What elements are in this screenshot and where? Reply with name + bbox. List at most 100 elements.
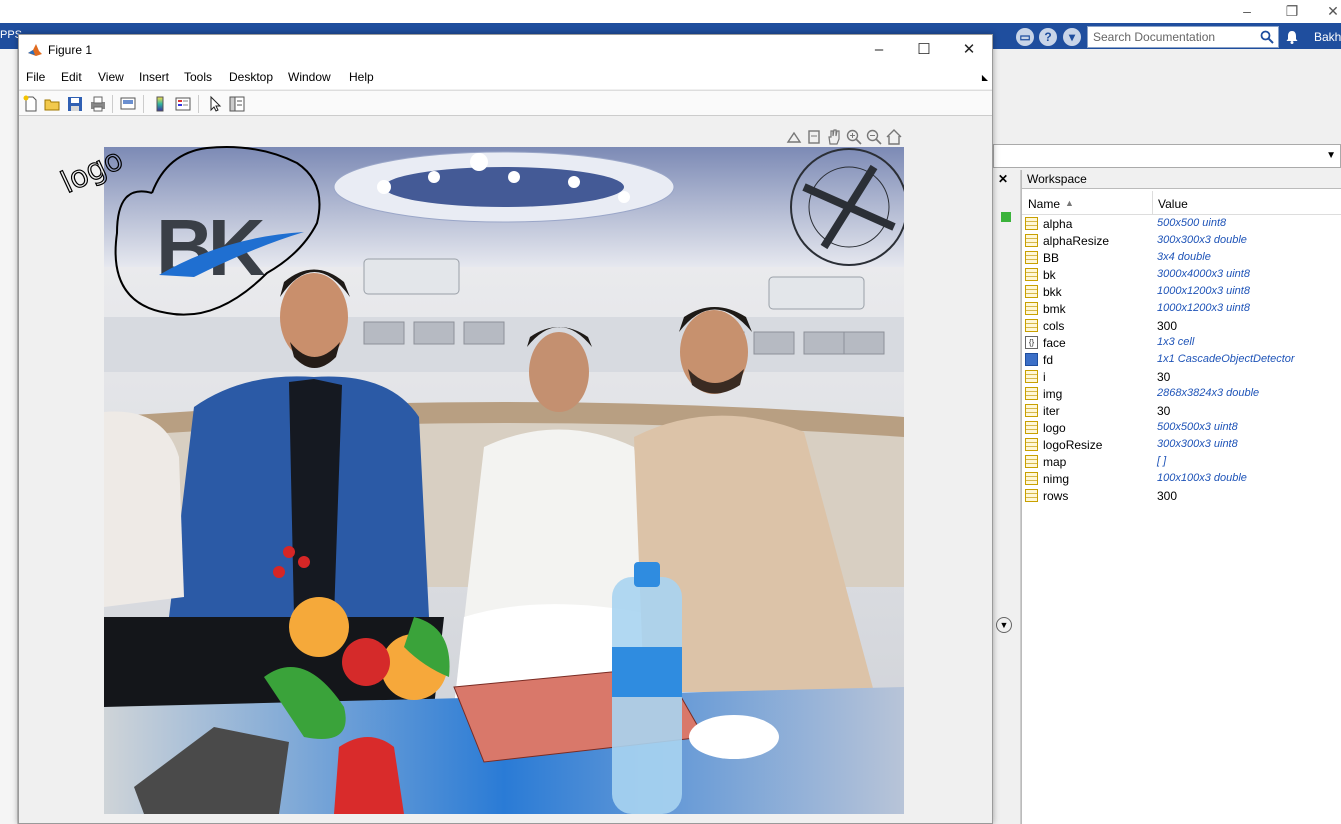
workspace-title: Workspace (1022, 170, 1341, 189)
dock-arrow-icon[interactable]: ◣ (982, 73, 988, 82)
workspace-panel: Workspace Name ▲ Value alpha 500x500 uint… (1021, 170, 1341, 824)
menu-window[interactable]: Window (288, 70, 331, 84)
menu-file[interactable]: File (26, 70, 45, 84)
minimize-icon[interactable]: – (864, 40, 894, 60)
pointer-icon[interactable] (206, 95, 224, 113)
menu-edit[interactable]: Edit (61, 70, 82, 84)
current-folder-panel-strip (0, 49, 18, 824)
bell-icon[interactable] (1284, 29, 1300, 45)
cell-icon: {} (1025, 336, 1038, 349)
menu-view[interactable]: View (98, 70, 124, 84)
workspace-row[interactable]: rows 300 (1022, 488, 1341, 505)
variable-value: 300x300x3 uint8 (1157, 438, 1238, 450)
variable-name: nimg (1043, 472, 1070, 486)
command-window-strip: ✕ ▼ (993, 170, 1021, 824)
brush-icon[interactable] (805, 128, 823, 146)
matrix-icon (1025, 285, 1038, 298)
matrix-icon (1025, 319, 1038, 332)
column-header-name[interactable]: Name (1028, 197, 1060, 211)
export-icon[interactable] (785, 128, 803, 146)
menu-tools[interactable]: Tools (184, 70, 212, 84)
home-icon[interactable] (885, 128, 903, 146)
figure-titlebar[interactable]: Figure 1 – ☐ ✕ (19, 35, 992, 65)
variable-name: alpha (1043, 217, 1073, 231)
variable-name: img (1043, 387, 1063, 401)
new-figure-icon[interactable] (22, 95, 40, 113)
toolbar-separator (112, 95, 113, 113)
column-header-value[interactable]: Value (1158, 197, 1188, 211)
chevron-down-icon[interactable]: ▼ (1326, 150, 1336, 161)
menu-help[interactable]: Help (349, 70, 374, 84)
workspace-row[interactable]: fd 1x1 CascadeObjectDetector (1022, 352, 1341, 369)
workspace-table-header: Name ▲ Value (1022, 191, 1341, 215)
layout-icon[interactable]: ▭ (1016, 28, 1034, 46)
minimize-icon[interactable]: – (1232, 2, 1262, 20)
workspace-row[interactable]: map [ ] (1022, 454, 1341, 471)
variable-name: map (1043, 455, 1067, 469)
close-icon[interactable]: ✕ (954, 40, 984, 60)
zoom-in-icon[interactable] (845, 128, 863, 146)
workspace-row[interactable]: iter 30 (1022, 403, 1341, 420)
workspace-row[interactable]: i 30 (1022, 369, 1341, 386)
maximize-icon[interactable]: ☐ (909, 40, 939, 60)
property-inspector-icon[interactable] (228, 95, 246, 113)
print-icon[interactable] (89, 95, 107, 113)
save-icon[interactable] (66, 95, 84, 113)
sort-ascending-icon: ▲ (1065, 198, 1074, 208)
menu-desktop[interactable]: Desktop (229, 70, 273, 84)
close-icon[interactable]: ✕ (998, 172, 1008, 186)
status-indicator (1001, 212, 1011, 222)
open-file-icon[interactable] (43, 95, 61, 113)
variable-name: BB (1043, 251, 1060, 265)
variable-value: 500x500x3 uint8 (1157, 421, 1238, 433)
column-divider[interactable] (1152, 191, 1153, 215)
variable-value: 300 (1157, 319, 1178, 333)
variable-name: bmk (1043, 302, 1066, 316)
workspace-row[interactable]: logoResize 300x300x3 uint8 (1022, 437, 1341, 454)
pan-icon[interactable] (825, 128, 843, 146)
close-icon[interactable]: ✕ (1318, 2, 1341, 20)
workspace-row[interactable]: nimg 100x100x3 double (1022, 471, 1341, 488)
workspace-row[interactable]: {} face 1x3 cell (1022, 335, 1341, 352)
workspace-row[interactable]: img 2868x3824x3 double (1022, 386, 1341, 403)
matrix-icon (1025, 438, 1038, 451)
variable-value: 300x300x3 double (1157, 234, 1247, 246)
variable-value: 1000x1200x3 uint8 (1157, 302, 1250, 314)
restore-icon[interactable]: ❐ (1277, 2, 1307, 20)
workspace-row[interactable]: logo 500x500x3 uint8 (1022, 420, 1341, 437)
search-icon[interactable] (1260, 30, 1274, 44)
colorbar-icon[interactable] (151, 95, 169, 113)
workspace-row[interactable]: bmk 1000x1200x3 uint8 (1022, 301, 1341, 318)
figure-title: Figure 1 (48, 43, 93, 57)
options-icon[interactable]: ▾ (1063, 28, 1081, 46)
variable-name: alphaResize (1043, 234, 1110, 248)
workspace-row[interactable]: bk 3000x4000x3 uint8 (1022, 267, 1341, 284)
matrix-icon (1025, 268, 1038, 281)
legend-icon[interactable] (174, 95, 192, 113)
variable-name: i (1043, 370, 1046, 384)
variable-value: 3x4 double (1157, 251, 1211, 263)
axes-toolbar (785, 128, 907, 146)
matlab-titlebar: – ❐ ✕ (0, 0, 1341, 23)
menu-insert[interactable]: Insert (139, 70, 169, 84)
matrix-icon (1025, 489, 1038, 502)
help-icon[interactable]: ? (1039, 28, 1057, 46)
user-name[interactable]: Bakh (1314, 30, 1341, 44)
variable-value: 1x1 CascadeObjectDetector (1157, 353, 1295, 365)
chevron-down-icon[interactable]: ▼ (996, 617, 1012, 633)
link-plot-icon[interactable] (119, 95, 137, 113)
search-input[interactable]: Search Documentation (1087, 26, 1279, 48)
address-bar[interactable]: ▼ (993, 144, 1341, 168)
toolbar-separator (143, 95, 144, 113)
workspace-row[interactable]: alpha 500x500 uint8 (1022, 216, 1341, 233)
workspace-row[interactable]: alphaResize 300x300x3 double (1022, 233, 1341, 250)
search-placeholder: Search Documentation (1093, 30, 1216, 44)
workspace-row[interactable]: BB 3x4 double (1022, 250, 1341, 267)
variable-name: bkk (1043, 285, 1062, 299)
matrix-icon (1025, 234, 1038, 247)
workspace-row[interactable]: bkk 1000x1200x3 uint8 (1022, 284, 1341, 301)
variable-value: [ ] (1157, 455, 1167, 467)
figure-menubar: File Edit View Insert Tools Desktop Wind… (19, 65, 992, 89)
zoom-out-icon[interactable] (865, 128, 883, 146)
workspace-row[interactable]: cols 300 (1022, 318, 1341, 335)
